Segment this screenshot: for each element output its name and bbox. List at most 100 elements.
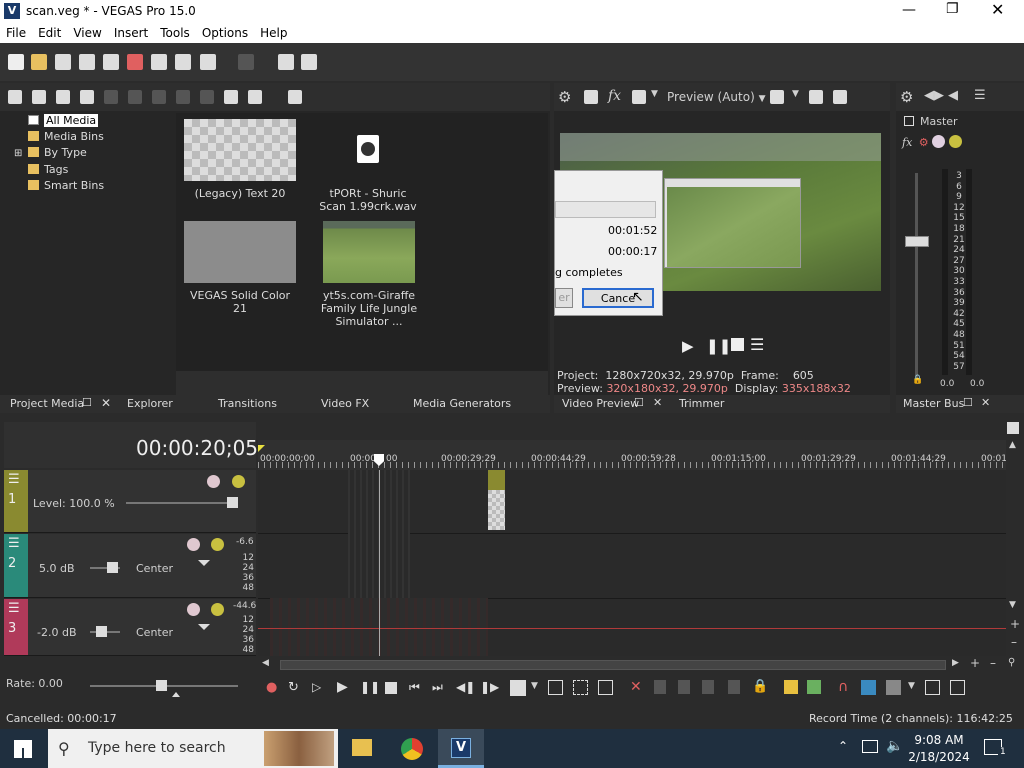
import-media-icon[interactable] [8, 90, 22, 104]
auto-preview-icon[interactable] [224, 90, 238, 104]
tab-media-generators[interactable]: Media Generators [413, 397, 511, 410]
zoom-select-tool-icon[interactable] [598, 680, 613, 695]
preview-settings-icon[interactable]: ⚙ [558, 88, 571, 106]
master-mute-icon[interactable] [932, 135, 946, 148]
maximize-preview-icon[interactable]: ☐ [634, 396, 644, 409]
track-1-level-thumb[interactable] [227, 497, 238, 508]
menu-edit[interactable]: Edit [32, 23, 67, 40]
capture-icon[interactable] [32, 90, 46, 104]
snap-icon[interactable]: ∩ [838, 679, 848, 695]
split-2-icon[interactable] [728, 680, 740, 694]
play-media-icon[interactable] [176, 90, 190, 104]
network-icon[interactable] [862, 740, 878, 753]
tab-explorer[interactable]: Explorer [127, 397, 173, 410]
chrome-icon[interactable] [401, 738, 423, 760]
tree-item-all-media[interactable]: All Media [14, 113, 169, 129]
trim-start-icon[interactable] [654, 680, 666, 694]
track-3-header[interactable]: ☰ 3 -44.6 -2.0 dB Center 12 24 36 48 [4, 599, 256, 656]
menu-insert[interactable]: Insert [108, 23, 154, 40]
menu-view[interactable]: View [67, 23, 107, 40]
remove-icon[interactable] [104, 90, 118, 104]
track-3-solo-icon[interactable] [211, 603, 224, 616]
track-2-volume-thumb[interactable] [107, 562, 118, 573]
auto-crossfade-icon[interactable] [861, 680, 876, 695]
pause-icon[interactable]: ❚❚ [706, 337, 731, 355]
go-to-start-icon[interactable]: ⏮ [409, 680, 420, 695]
scroll-right-icon[interactable]: ▶ [952, 658, 959, 668]
maximize-icon[interactable]: ❐ [946, 1, 959, 17]
zoom-tool-icon[interactable]: ⚲ [1008, 657, 1015, 668]
record-icon[interactable]: ● [266, 680, 277, 695]
scroll-down-icon[interactable]: ▼ [1009, 600, 1016, 610]
preview-quality-dropdown[interactable]: Preview (Auto) ▼ [667, 90, 766, 104]
track-1-level-slider[interactable] [126, 502, 236, 504]
track-2-solo-icon[interactable] [211, 538, 224, 551]
selection-tool-icon[interactable] [573, 680, 588, 695]
media-fx-icon[interactable] [152, 90, 166, 104]
show-hidden-icons[interactable]: ⌃ [838, 739, 848, 753]
media-properties-icon[interactable] [128, 90, 142, 104]
track-2-mute-icon[interactable] [187, 538, 200, 551]
track-1-solo-icon[interactable] [232, 475, 245, 488]
timeline-stop-icon[interactable] [385, 682, 397, 694]
play-icon[interactable]: ▶ [682, 337, 694, 355]
play-from-start-icon[interactable]: ▷ [312, 680, 321, 694]
views-icon[interactable] [248, 90, 262, 104]
video-fx-icon[interactable]: fx [608, 88, 621, 104]
clock[interactable]: 9:08 AM 2/18/2024 [908, 732, 970, 766]
copy-icon[interactable] [151, 54, 167, 70]
lock-icon[interactable]: 🔒 [752, 679, 768, 694]
track-2-pan-thumb[interactable] [198, 560, 210, 566]
maximize-master-icon[interactable]: ☐ [963, 396, 973, 409]
partial-button[interactable]: er [555, 288, 573, 308]
menu-help[interactable]: Help [254, 23, 293, 40]
ripple-icon[interactable] [886, 680, 901, 695]
tree-item-smart-bins[interactable]: Smart Bins [14, 178, 169, 194]
go-to-end-icon[interactable]: ⏭ [432, 680, 443, 695]
tree-item-by-type[interactable]: ⊞ By Type [14, 145, 169, 162]
marker-flag-icon[interactable] [1007, 422, 1019, 434]
taskbar-search[interactable]: ⚲ Type here to search [48, 729, 338, 768]
tab-project-media[interactable]: Project Media [10, 397, 84, 410]
close-preview-icon[interactable]: ✕ [653, 396, 662, 409]
split-screen-icon[interactable] [632, 90, 646, 104]
loop-marker-icon[interactable] [258, 445, 265, 452]
track-3-pan-thumb[interactable] [198, 624, 210, 630]
track-3-mute-icon[interactable] [187, 603, 200, 616]
edit-tool-dropdown-icon[interactable]: ▼ [531, 681, 538, 691]
overlays-icon[interactable] [770, 90, 784, 104]
track-1-menu-icon[interactable]: ☰ [8, 472, 20, 487]
marker-icon[interactable] [784, 680, 798, 694]
help-icon[interactable] [301, 54, 317, 70]
menu-icon[interactable]: ☰ [750, 335, 764, 354]
ripple-dropdown-icon[interactable]: ▼ [908, 681, 915, 691]
master-solo-icon[interactable] [948, 135, 962, 148]
get-media-icon[interactable] [56, 90, 70, 104]
media-item-solid-color[interactable]: VEGAS Solid Color 21 [184, 221, 296, 315]
prev-frame-icon[interactable]: ◀❚ [456, 680, 475, 694]
tree-item-media-bins[interactable]: Media Bins [14, 129, 169, 145]
edit-tool-icon[interactable] [278, 54, 294, 70]
scroll-thumb[interactable] [280, 660, 946, 670]
track-2-header[interactable]: ☰ 2 -6.6 5.0 dB Center 12 24 36 48 [4, 534, 256, 598]
paste-icon[interactable] [175, 54, 191, 70]
settings-icon[interactable] [103, 54, 119, 70]
open-icon[interactable] [31, 54, 47, 70]
zoom-in-v-icon[interactable]: + [1010, 617, 1020, 631]
track-3-volume-thumb[interactable] [96, 626, 107, 637]
media-item-audio[interactable]: tPORt - Shuric Scan 1.99crk.wav [316, 119, 420, 213]
downmix-icon[interactable]: ◀▶ [924, 88, 944, 103]
close-panel-icon[interactable]: ✕ [101, 396, 111, 410]
overlays-dropdown-icon[interactable]: ▼ [792, 89, 799, 99]
dim-icon[interactable]: ◀ [948, 88, 958, 103]
master-settings-icon[interactable]: ⚙ [900, 88, 913, 106]
new-icon[interactable] [8, 54, 24, 70]
vertical-scroll[interactable]: ▲ ▼ + – [1006, 440, 1024, 656]
volume-icon[interactable]: 🔈 [886, 738, 903, 754]
event-fx-icon[interactable] [950, 680, 965, 695]
vegas-taskbar-button[interactable]: V [438, 729, 484, 768]
close-icon[interactable]: ✕ [991, 0, 1004, 19]
master-lock-icon[interactable]: 🔒 [912, 375, 923, 385]
track-3-menu-icon[interactable]: ☰ [8, 601, 20, 616]
region-icon[interactable] [807, 680, 821, 694]
